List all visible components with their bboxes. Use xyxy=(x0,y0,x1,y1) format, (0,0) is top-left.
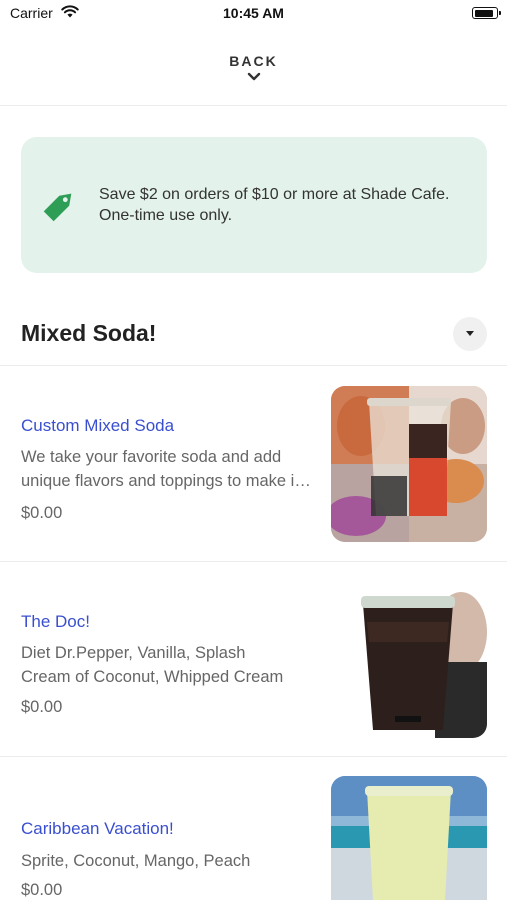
section-collapse-button[interactable] xyxy=(453,317,487,351)
menu-item[interactable]: The Doc! Diet Dr.Pepper, Vanilla, Splash… xyxy=(0,562,507,757)
back-label: BACK xyxy=(229,53,278,69)
item-price: $0.00 xyxy=(21,881,63,899)
section-title: Mixed Soda! xyxy=(21,320,157,346)
promo-text: Save $2 on orders of $10 or more at Shad… xyxy=(99,186,450,224)
item-description-line: unique flavors and toppings to make it y… xyxy=(21,472,313,490)
status-time: 10:45 AM xyxy=(223,5,284,21)
chevron-down-icon xyxy=(247,72,260,81)
item-price: $0.00 xyxy=(21,698,63,716)
item-image xyxy=(331,776,487,900)
item-description-line: Cream of Coconut, Whipped Cream xyxy=(21,668,284,686)
item-description-line: Sprite, Coconut, Mango, Peach xyxy=(21,852,251,870)
status-bar: Carrier 10:45 AM xyxy=(0,0,507,28)
item-name: Caribbean Vacation! xyxy=(21,819,174,838)
item-price: $0.00 xyxy=(21,504,63,522)
item-description-line: We take your favorite soda and add xyxy=(21,448,282,466)
item-name: The Doc! xyxy=(21,612,90,631)
battery-icon xyxy=(472,7,501,19)
item-description-line: Diet Dr.Pepper, Vanilla, Splash xyxy=(21,644,246,662)
item-name: Custom Mixed Soda xyxy=(21,416,175,435)
item-image xyxy=(331,582,487,738)
back-button[interactable]: BACK xyxy=(0,44,507,106)
menu-item[interactable]: Caribbean Vacation! Sprite, Coconut, Man… xyxy=(0,757,507,900)
tag-icon xyxy=(43,193,72,222)
item-image xyxy=(331,386,487,542)
header-divider xyxy=(0,105,507,106)
caret-down-icon xyxy=(466,331,474,336)
promo-banner: Save $2 on orders of $10 or more at Shad… xyxy=(21,137,487,273)
menu-item[interactable]: Custom Mixed Soda We take your favorite … xyxy=(0,366,507,561)
